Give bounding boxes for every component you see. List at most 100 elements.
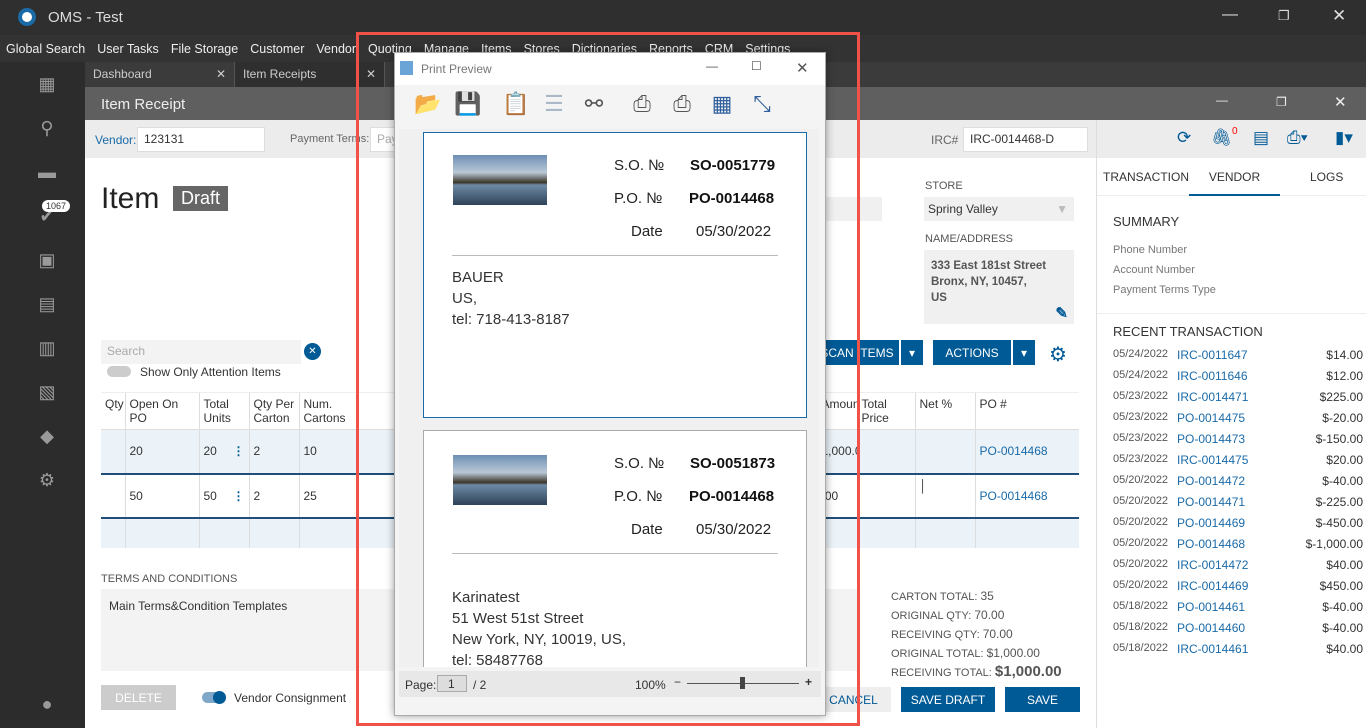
transaction-link[interactable]: IRC-0014461 — [1177, 642, 1326, 656]
column-header[interactable]: Qty — [101, 393, 126, 430]
transaction-link[interactable]: PO-0014472 — [1177, 474, 1322, 488]
parameters-icon: 📋 — [502, 91, 530, 116]
transaction-row: 05/18/2022 PO-0014461 $-40.00 — [1113, 600, 1363, 614]
transaction-link[interactable]: PO-0014468 — [1177, 537, 1306, 551]
more-icon[interactable]: ⋮ — [233, 489, 245, 503]
menu-vendor[interactable]: Vendor — [316, 42, 356, 56]
refresh-icon[interactable]: ⟳ — [1177, 128, 1191, 148]
tab-item-receipts[interactable]: Item Receipts ✕ — [235, 62, 385, 87]
menu-user-tasks[interactable]: User Tasks — [97, 42, 159, 56]
po-link[interactable]: PO-0014468 — [975, 473, 1079, 518]
close-icon[interactable]: ✕ — [366, 67, 376, 81]
delete-button[interactable]: DELETE — [101, 685, 176, 710]
transaction-link[interactable]: PO-0014473 — [1177, 432, 1316, 446]
page-input[interactable]: 1 — [437, 675, 467, 692]
tab-transaction[interactable]: TRANSACTION — [1103, 170, 1189, 184]
tag-icon[interactable]: ◆ — [36, 426, 58, 448]
column-header[interactable]: Net % — [915, 393, 976, 430]
clipboard-question-icon[interactable]: ▥ — [36, 338, 58, 360]
transaction-link[interactable]: PO-0014469 — [1177, 516, 1316, 530]
transaction-link[interactable]: PO-0014461 — [1177, 600, 1322, 614]
save-icon[interactable]: 💾 — [453, 91, 483, 121]
transaction-link[interactable]: IRC-0011646 — [1177, 369, 1326, 383]
tab-logs[interactable]: LOGS — [1310, 170, 1343, 184]
print-dropdown-icon[interactable]: ⎙▾ — [1287, 128, 1308, 148]
column-header[interactable]: PO # — [975, 393, 1079, 430]
close-button[interactable]: ✕ — [1334, 93, 1347, 111]
find-icon[interactable]: ⚯ — [579, 91, 609, 121]
gear-icon[interactable]: ⚙ — [1049, 342, 1067, 367]
close-button[interactable]: ✕ — [796, 59, 809, 77]
document-dropdown-icon[interactable]: ▮▾ — [1335, 128, 1353, 148]
menu-customer[interactable]: Customer — [250, 42, 304, 56]
quick-print-icon[interactable]: ⎙ — [667, 91, 697, 121]
attention-toggle[interactable] — [107, 366, 131, 377]
tab-label: Item Receipts — [243, 67, 317, 81]
store-select[interactable]: Spring Valley ▼ — [924, 197, 1074, 221]
column-header[interactable]: Open On PO — [125, 393, 200, 430]
print-icon[interactable]: ⎙ — [627, 91, 657, 121]
transaction-link[interactable]: IRC-0014472 — [1177, 558, 1326, 572]
transaction-link[interactable]: IRC-0011647 — [1177, 348, 1326, 362]
search-input[interactable]: Search — [101, 340, 301, 364]
terms-label: TERMS AND CONDITIONS — [101, 573, 238, 585]
close-icon[interactable]: ✕ — [216, 67, 226, 81]
transaction-link[interactable]: IRC-0014471 — [1177, 390, 1320, 404]
attachment-icon[interactable]: 🖇 — [1211, 128, 1233, 148]
column-header[interactable]: Total Units — [199, 393, 250, 430]
edit-icon[interactable]: ✎ — [1055, 306, 1068, 322]
preview-area[interactable]: S.O. № SO-0051779 P.O. № PO-0014468 Date 05… — [399, 129, 819, 667]
receipt-icon[interactable]: ▤ — [1253, 128, 1269, 148]
user-icon[interactable]: ● — [36, 694, 58, 716]
tab-dashboard[interactable]: Dashboard ✕ — [85, 62, 235, 87]
zoom-in-button[interactable]: + — [805, 675, 812, 689]
search-icon[interactable]: ⚲ — [36, 118, 58, 140]
maximize-button[interactable]: ❐ — [1276, 95, 1287, 109]
settings-icon[interactable]: ⚙ — [36, 470, 58, 492]
dashboard-icon[interactable]: ▦ — [36, 74, 58, 96]
scale-icon[interactable]: ⤡ — [747, 91, 777, 121]
open-icon[interactable]: 📂 — [413, 91, 443, 121]
contacts-icon[interactable]: ▣ — [36, 250, 58, 272]
folder-icon[interactable]: ▬ — [36, 162, 58, 184]
cell[interactable]: │ — [915, 473, 976, 518]
more-icon[interactable]: ⋮ — [233, 444, 245, 458]
maximize-button[interactable]: ❐ — [1278, 8, 1290, 24]
column-header[interactable]: Total Price — [857, 393, 916, 430]
tab-vendor[interactable]: VENDOR — [1189, 158, 1280, 196]
po-link[interactable]: PO-0014468 — [975, 429, 1079, 474]
page-setup-icon[interactable]: ▦ — [707, 91, 737, 121]
transaction-row: 05/24/2022 IRC-0011646 $12.00 — [1113, 369, 1363, 383]
minimize-button[interactable]: — — [706, 59, 718, 73]
address-box[interactable]: 333 East 181st Street Bronx, NY, 10457, … — [924, 250, 1074, 324]
transaction-link[interactable]: IRC-0014475 — [1177, 453, 1326, 467]
actions-dropdown[interactable]: ▾ — [1013, 340, 1035, 365]
column-header[interactable]: Num. Cartons — [304, 397, 352, 425]
save-draft-button[interactable]: SAVE DRAFT — [901, 687, 995, 712]
zoom-out-button[interactable]: − — [674, 675, 681, 689]
consignment-toggle[interactable] — [202, 691, 226, 704]
store-icon[interactable]: ▤ — [36, 294, 58, 316]
minimize-button[interactable]: — — [1216, 93, 1228, 107]
transaction-link[interactable]: PO-0014471 — [1177, 495, 1316, 509]
hidden-field[interactable] — [826, 197, 882, 221]
menu-global-search[interactable]: Global Search — [6, 42, 85, 56]
transaction-link[interactable]: PO-0014460 — [1177, 621, 1322, 635]
clear-search-icon[interactable]: ✕ — [304, 343, 321, 360]
cancel-button[interactable]: CANCEL — [816, 687, 891, 712]
transaction-link[interactable]: IRC-0014469 — [1177, 579, 1320, 593]
column-header[interactable]: Qty Per Carton — [249, 393, 300, 430]
clipboard-icon[interactable]: ▧ — [36, 382, 58, 404]
irc-field[interactable]: IRC-0014468-D — [963, 127, 1088, 152]
vendor-field[interactable]: 123131 — [137, 127, 265, 152]
scan-items-button[interactable]: SCAN ITEMS — [815, 340, 899, 365]
menu-file-storage[interactable]: File Storage — [171, 42, 238, 56]
close-button[interactable]: ✕ — [1332, 6, 1346, 26]
zoom-slider-thumb[interactable] — [740, 677, 745, 689]
save-button[interactable]: SAVE — [1005, 687, 1080, 712]
minimize-button[interactable]: — — [1222, 6, 1238, 24]
maximize-button[interactable]: ☐ — [751, 59, 762, 73]
actions-button[interactable]: ACTIONS — [933, 340, 1011, 365]
transaction-link[interactable]: PO-0014475 — [1177, 411, 1322, 425]
scan-items-dropdown[interactable]: ▾ — [901, 340, 923, 365]
